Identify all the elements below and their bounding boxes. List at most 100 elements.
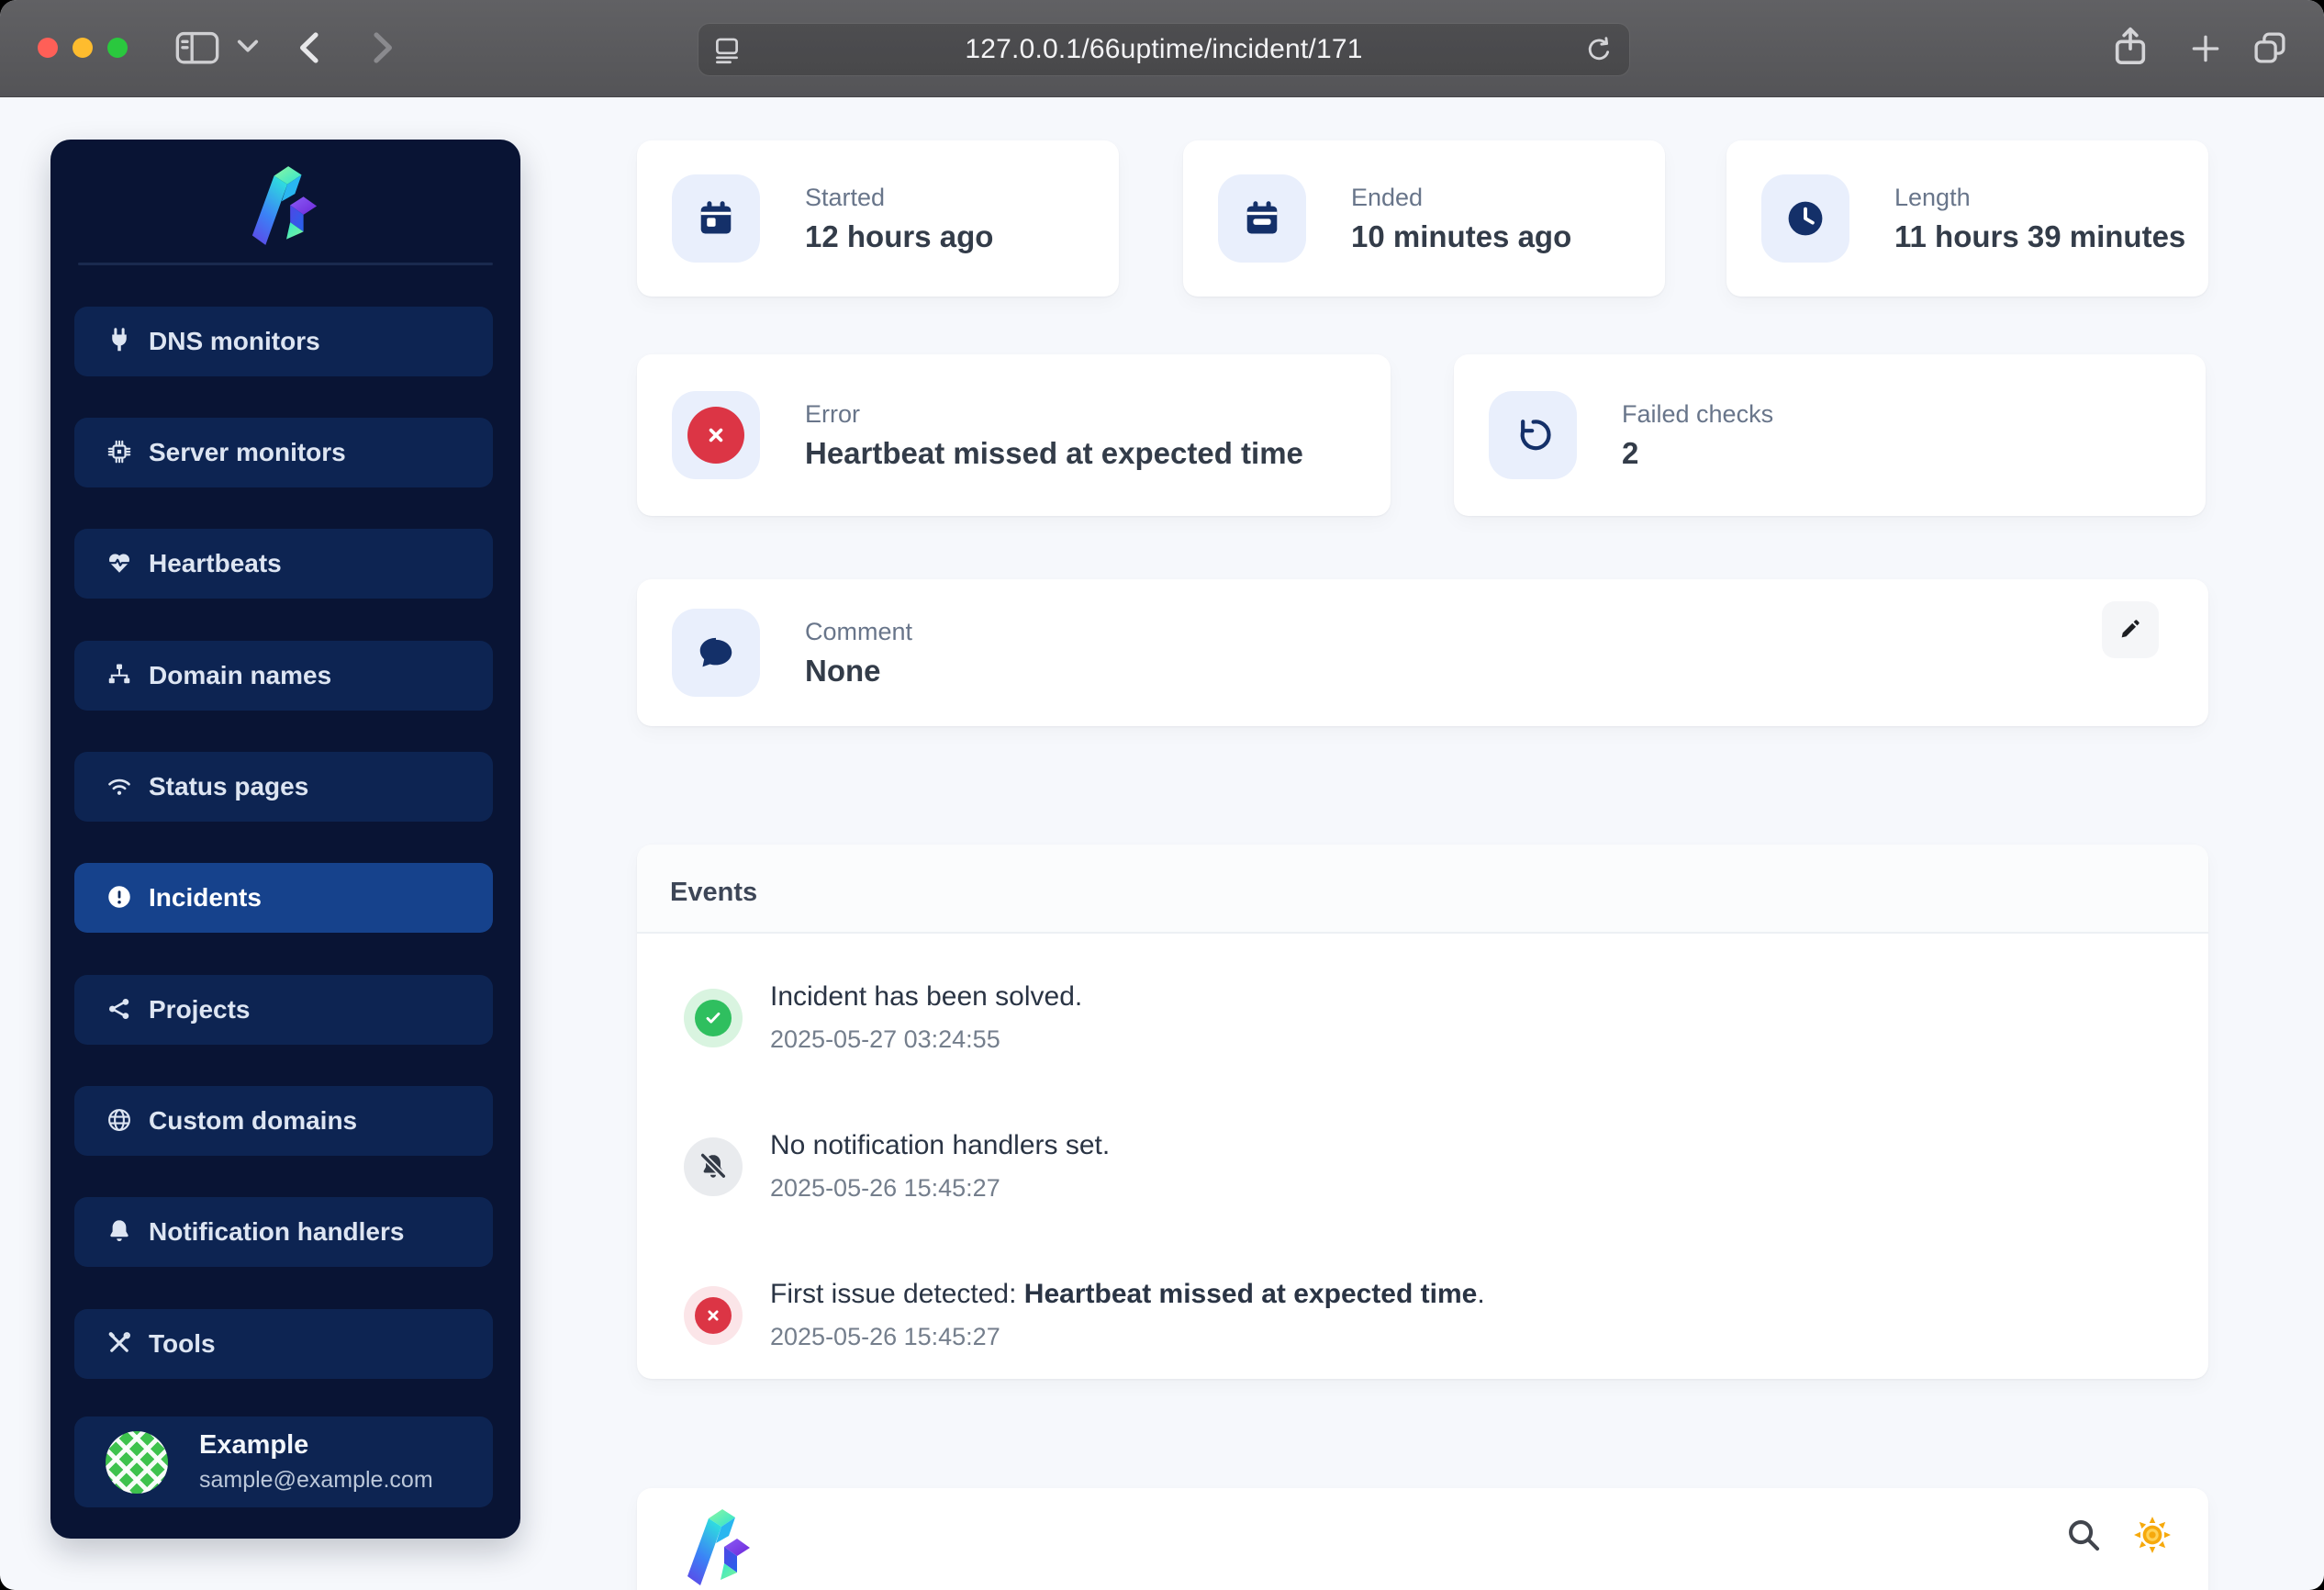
- circle-exclamation-icon: [106, 883, 133, 913]
- pencil-icon: [2117, 616, 2143, 644]
- globe-icon: [106, 1106, 133, 1137]
- share-nodes-icon: [106, 995, 133, 1025]
- sidebar-item-status-pages[interactable]: Status pages: [74, 752, 493, 822]
- error-card: Error Heartbeat missed at expected time: [637, 354, 1391, 516]
- sidebar-item-label: Incidents: [149, 883, 262, 912]
- search-button[interactable]: [2063, 1515, 2104, 1558]
- event-text: First issue detected: Heartbeat missed a…: [770, 1279, 1485, 1309]
- circle-xmark-icon: [672, 391, 760, 479]
- back-arrow-icon: [292, 32, 329, 71]
- sidebar-item-label: Server monitors: [149, 438, 346, 466]
- event-row-solved: Incident has been solved. 2025-05-27 03:…: [684, 981, 1082, 1054]
- event-timestamp: 2025-05-26 15:45:27: [770, 1323, 1000, 1350]
- bell-slash-icon: [684, 1137, 743, 1196]
- heart-pulse-icon: [106, 549, 133, 579]
- event-timestamp: 2025-05-26 15:45:27: [770, 1174, 1000, 1202]
- sidebar-menu-chevron[interactable]: [237, 39, 259, 58]
- screwdriver-wrench-icon: [106, 1329, 133, 1360]
- sidebar-item-incidents[interactable]: Incidents: [74, 863, 493, 933]
- chevron-down-icon: [237, 39, 259, 58]
- share-icon: [2111, 27, 2150, 72]
- sidebar-item-domain-names[interactable]: Domain names: [74, 641, 493, 711]
- sidebar-item-label: Heartbeats: [149, 549, 282, 577]
- event-text: No notification handlers set.: [770, 1130, 1111, 1160]
- sitemap-icon: [106, 661, 133, 691]
- sidebar-item-label: Domain names: [149, 661, 332, 689]
- page-format-icon[interactable]: [711, 35, 743, 71]
- tabs-icon: [2251, 32, 2289, 70]
- sidebar-item-heartbeats[interactable]: Heartbeats: [74, 529, 493, 599]
- sidebar-item-label: DNS monitors: [149, 327, 320, 355]
- back-button[interactable]: [292, 28, 329, 71]
- stat-card-length: Length 11 hours 39 minutes: [1726, 140, 2208, 297]
- stat-label: Length: [1894, 183, 1971, 211]
- sidebar-item-label: Status pages: [149, 772, 309, 801]
- reload-icon[interactable]: [1583, 35, 1615, 71]
- sidebar-item-label: Projects: [149, 995, 251, 1024]
- app-logo-icon: [235, 162, 336, 253]
- stat-label: Error: [805, 399, 860, 428]
- user-name: Example: [199, 1430, 309, 1460]
- search-icon: [2063, 1520, 2104, 1558]
- event-row-first-issue: First issue detected: Heartbeat missed a…: [684, 1279, 1485, 1351]
- sidebar-item-notification-handlers[interactable]: Notification handlers: [74, 1197, 493, 1267]
- forward-button[interactable]: [363, 28, 400, 71]
- avatar: [106, 1430, 168, 1494]
- events-card: Events Incident has been solved. 2025-05…: [637, 845, 2208, 1379]
- user-email: sample@example.com: [199, 1467, 433, 1493]
- screen: 127.0.0.1/66uptime/incident/171 DNS moni…: [0, 0, 2324, 1590]
- sidebar-item-label: Tools: [149, 1329, 216, 1358]
- stat-value: 10 minutes ago: [1351, 218, 1572, 253]
- new-tab-button[interactable]: [2188, 31, 2223, 69]
- wifi-icon: [106, 772, 133, 802]
- tab-overview-button[interactable]: [2251, 28, 2289, 70]
- circle-xmark-icon: [684, 1285, 743, 1345]
- stat-card-ended: Ended 10 minutes ago: [1183, 140, 1665, 297]
- event-timestamp: 2025-05-27 03:24:55: [770, 1025, 1000, 1053]
- rotate-left-icon: [1489, 391, 1577, 479]
- sidebar-item-server-monitors[interactable]: Server monitors: [74, 418, 493, 487]
- plus-icon: [2188, 35, 2223, 69]
- stat-card-started: Started 12 hours ago: [637, 140, 1119, 297]
- theme-toggle-button[interactable]: [2131, 1514, 2173, 1559]
- stat-value: None: [805, 653, 881, 688]
- sidebar-item-projects[interactable]: Projects: [74, 975, 493, 1045]
- sidebar-item-custom-domains[interactable]: Custom domains: [74, 1086, 493, 1156]
- stat-label: Comment: [805, 617, 913, 645]
- sidebar-divider: [78, 263, 493, 265]
- minimize-window-button[interactable]: [73, 38, 93, 58]
- sidebar-toggle-icon: [174, 31, 220, 70]
- footer-card: [637, 1488, 2208, 1590]
- browser-titlebar: 127.0.0.1/66uptime/incident/171: [0, 0, 2324, 97]
- share-button[interactable]: [2111, 25, 2150, 72]
- microchip-icon: [106, 438, 133, 468]
- stat-label: Started: [805, 183, 886, 211]
- edit-comment-button[interactable]: [2102, 601, 2159, 658]
- event-row-no-handlers: No notification handlers set. 2025-05-26…: [684, 1130, 1110, 1203]
- sun-icon: [2131, 1517, 2173, 1559]
- address-bar[interactable]: 127.0.0.1/66uptime/incident/171: [698, 23, 1630, 76]
- comment-icon: [672, 609, 760, 697]
- close-window-button[interactable]: [38, 38, 58, 58]
- zoom-window-button[interactable]: [107, 38, 128, 58]
- browser-window: 127.0.0.1/66uptime/incident/171 DNS moni…: [0, 0, 2324, 1590]
- stat-value: 2: [1622, 435, 1639, 470]
- sidebar: DNS monitors Server monitors Heartbeats: [50, 140, 520, 1539]
- url-text: 127.0.0.1/66uptime/incident/171: [965, 34, 1363, 64]
- toggle-sidebar-button[interactable]: [174, 28, 220, 70]
- plug-icon: [106, 327, 133, 357]
- stat-value: Heartbeat missed at expected time: [805, 435, 1303, 470]
- sidebar-item-tools[interactable]: Tools: [74, 1309, 493, 1379]
- calendar-minus-icon: [1218, 174, 1306, 263]
- events-header: Events: [637, 845, 2208, 934]
- stat-label: Failed checks: [1622, 399, 1774, 428]
- circle-check-icon: [684, 988, 743, 1047]
- sidebar-item-label: Custom domains: [149, 1106, 358, 1135]
- stat-value: 12 hours ago: [805, 218, 994, 253]
- sidebar-item-dns-monitors[interactable]: DNS monitors: [74, 307, 493, 376]
- sidebar-user-card[interactable]: Example sample@example.com: [74, 1416, 493, 1507]
- footer-logo-icon: [674, 1495, 765, 1590]
- sidebar-item-label: Notification handlers: [149, 1217, 405, 1246]
- bell-icon: [106, 1217, 133, 1248]
- event-text: Incident has been solved.: [770, 981, 1083, 1012]
